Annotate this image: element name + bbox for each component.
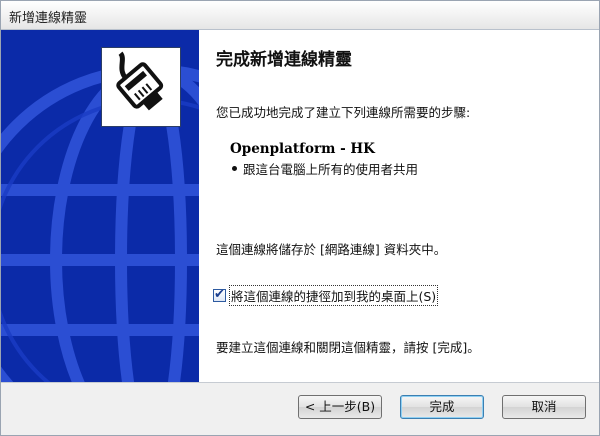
- connection-detail-text: 跟這台電腦上所有的使用者共用: [243, 162, 419, 177]
- title-bar[interactable]: 新增連線精靈: [1, 1, 599, 30]
- window-title: 新增連線精靈: [9, 11, 88, 26]
- button-bar: < 上一步(B) 完成 取消: [1, 382, 599, 435]
- finish-instruction: 要建立這個連線和關閉這個精靈，請按 [完成]。: [216, 340, 480, 355]
- intro-text: 您已成功地完成了建立下列連線所需要的步驟:: [216, 105, 471, 120]
- wizard-window: 新增連線精靈 完成新增連線精靈 您已成功地完成了建立下列連線所需要的步驟: Op…: [0, 0, 600, 436]
- saved-location-text: 這個連線將儲存於 [網路連線] 資料夾中。: [216, 242, 447, 257]
- page-title: 完成新增連線精靈: [216, 50, 352, 70]
- wizard-side-panel: [1, 30, 199, 382]
- desktop-shortcut-option[interactable]: ✔ 將這個連線的捷徑加到我的桌面上(S): [213, 285, 439, 306]
- desktop-shortcut-label[interactable]: 將這個連線的捷徑加到我的桌面上(S): [229, 285, 439, 306]
- checkmark-icon: ✔: [214, 287, 225, 302]
- wizard-content: 完成新增連線精靈 您已成功地完成了建立下列連線所需要的步驟: Openplatf…: [199, 30, 599, 382]
- connection-name: Openplatform - HK: [230, 141, 375, 157]
- bullet-icon: [232, 166, 237, 171]
- desktop-shortcut-checkbox[interactable]: ✔: [213, 287, 226, 302]
- finish-button[interactable]: 完成: [400, 395, 484, 419]
- back-button[interactable]: < 上一步(B): [298, 395, 382, 419]
- connection-detail: 跟這台電腦上所有的使用者共用: [232, 159, 418, 178]
- cancel-button[interactable]: 取消: [502, 395, 586, 419]
- network-cable-icon: [101, 47, 181, 127]
